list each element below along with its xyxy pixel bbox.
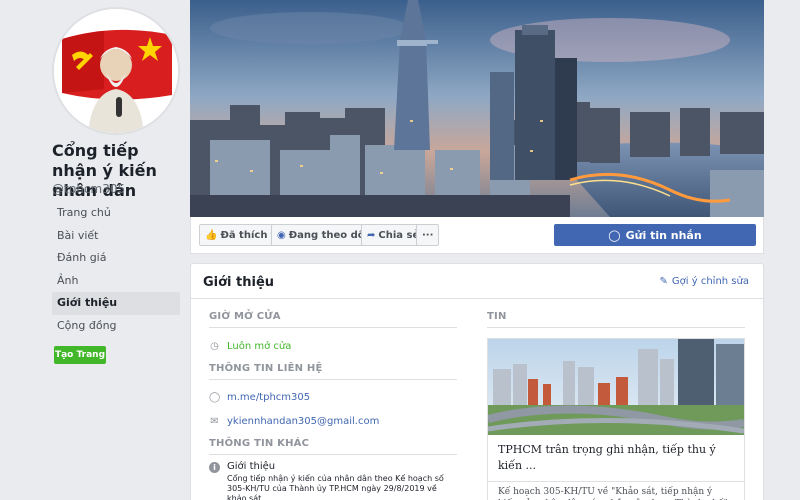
info-title: Giới thiệu: [227, 461, 276, 472]
hours-header: GIỜ MỞ CỬA: [209, 306, 457, 328]
news-section: TIN TPHCM trân trọng ghi nhận, tiếp thu …: [487, 306, 745, 500]
hours-value: Luôn mở cửa: [227, 340, 292, 352]
about-title: Giới thiệu: [203, 275, 275, 290]
page-avatar[interactable]: [52, 7, 180, 135]
nav-item-posts[interactable]: Bài viết: [52, 225, 180, 248]
suggest-edit-label: Gợi ý chỉnh sửa: [671, 276, 749, 287]
avatar-image: [54, 9, 178, 133]
nav-item-about[interactable]: Giới thiệu: [52, 292, 180, 315]
page-handle: @tphcm305: [52, 182, 126, 196]
clock-icon: ◷: [210, 340, 219, 352]
nav-item-community[interactable]: Cộng đồng: [52, 315, 180, 338]
nav-item-home[interactable]: Trang chủ: [52, 202, 180, 225]
pencil-icon: ✎: [659, 276, 668, 287]
thumbs-up-icon: 👍: [205, 229, 218, 241]
send-message-label: Gửi tin nhắn: [625, 228, 702, 242]
more-button[interactable]: ···: [416, 224, 440, 246]
divider: [191, 298, 763, 299]
news-image: [488, 339, 744, 435]
nav-item-reviews[interactable]: Đánh giá: [52, 247, 180, 270]
nav-item-photos[interactable]: Ảnh: [52, 270, 180, 293]
cover-photo[interactable]: [190, 0, 764, 217]
messenger-row[interactable]: ◯ m.me/tphcm305: [209, 385, 457, 409]
news-description: Kế hoạch 305-KH/TU về "Khảo sát, tiếp nh…: [488, 481, 744, 500]
left-sidebar: Cổng tiếp nhận ý kiến nhân dân @tphcm305…: [0, 0, 185, 500]
more-label: ···: [422, 229, 434, 241]
about-details: GIỜ MỞ CỬA ◷ Luôn mở cửa THÔNG TIN LIÊN …: [209, 306, 457, 500]
page-action-bar: 👍 Đã thích ▼ ◉ Đang theo dõi ▼ ➦ Chia sẻ…: [190, 217, 764, 254]
messenger-icon: ◯: [608, 228, 621, 242]
news-card[interactable]: TPHCM trân trọng ghi nhận, tiếp thu ý ki…: [487, 338, 745, 500]
info-block: i Giới thiệu Cổng tiếp nhận ý kiến của n…: [209, 461, 457, 500]
messenger-link[interactable]: m.me/tphcm305: [227, 392, 310, 403]
cover-image: [190, 0, 764, 217]
envelope-icon: ✉: [210, 415, 219, 427]
send-message-button[interactable]: ◯ Gửi tin nhắn: [554, 224, 756, 246]
other-info-header: THÔNG TIN KHÁC: [209, 433, 457, 455]
news-header: TIN: [487, 306, 745, 328]
hours-row: ◷ Luôn mở cửa: [209, 334, 457, 358]
share-icon: ➦: [367, 229, 376, 241]
follow-label: Đang theo dõi: [288, 229, 369, 241]
contact-header: THÔNG TIN LIÊN HỆ: [209, 358, 457, 380]
email-link[interactable]: ykiennhandan305@gmail.com: [227, 416, 379, 427]
create-page-button[interactable]: Tạo Trang: [54, 346, 106, 364]
share-label: Chia sẻ: [378, 229, 420, 241]
rss-icon: ◉: [277, 229, 286, 241]
news-title[interactable]: TPHCM trân trọng ghi nhận, tiếp thu ý ki…: [488, 435, 744, 481]
info-text: Cổng tiếp nhận ý kiến của nhân dân theo …: [227, 474, 444, 500]
email-row[interactable]: ✉ ykiennhandan305@gmail.com: [209, 409, 457, 433]
suggest-edit-link[interactable]: ✎ Gợi ý chỉnh sửa: [660, 276, 749, 287]
about-card: Giới thiệu ✎ Gợi ý chỉnh sửa GIỜ MỞ CỬA …: [190, 263, 764, 500]
messenger-icon: ◯: [209, 391, 221, 403]
info-icon: i: [209, 462, 220, 473]
page-nav: Trang chủ Bài viết Đánh giá Ảnh Giới thi…: [52, 202, 180, 337]
like-label: Đã thích: [220, 229, 268, 241]
